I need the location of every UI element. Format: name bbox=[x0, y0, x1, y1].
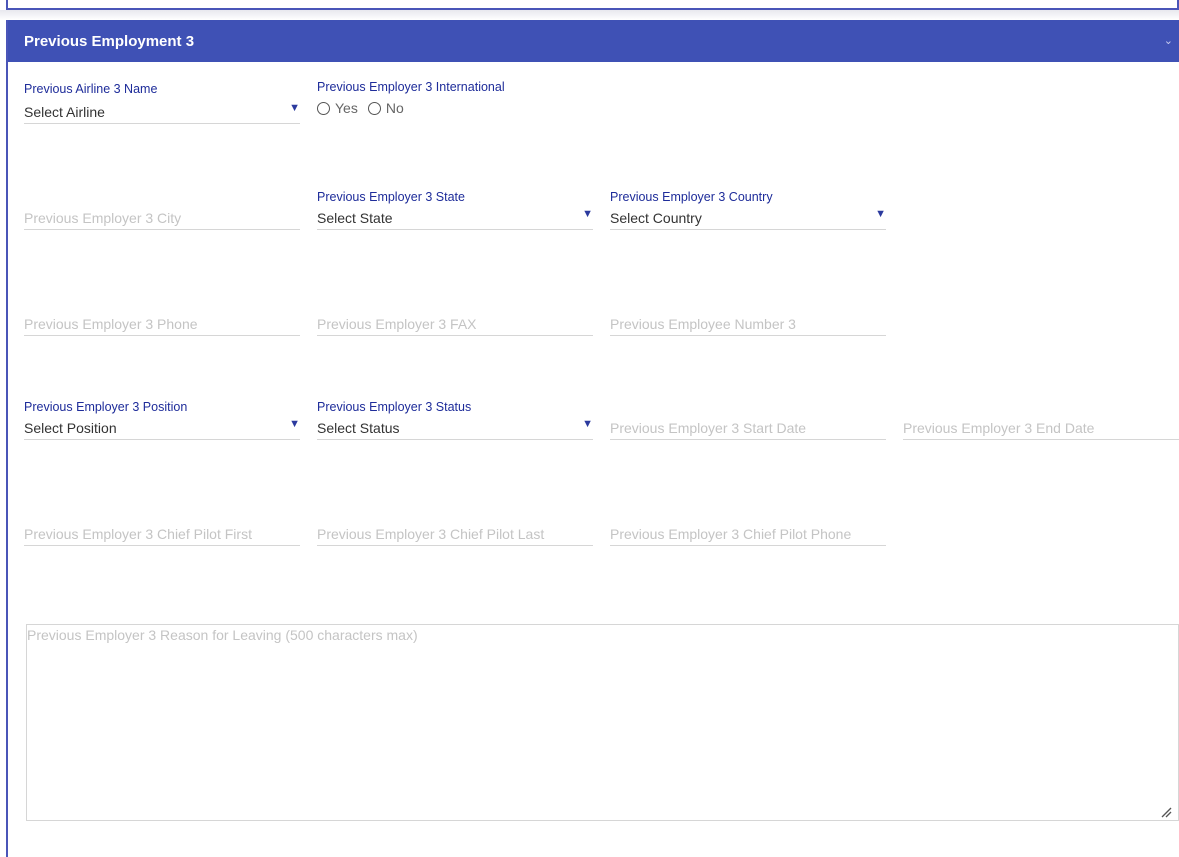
panel-title: Previous Employment 3 bbox=[24, 33, 195, 50]
state-label: Previous Employer 3 State bbox=[317, 190, 465, 204]
status-select-value: Select Status bbox=[317, 420, 400, 436]
international-yes-label: Yes bbox=[335, 100, 358, 116]
city-input[interactable] bbox=[24, 206, 300, 230]
international-no-label: No bbox=[385, 100, 404, 116]
state-field: Previous Employer 3 State Select State ▼ bbox=[317, 190, 593, 236]
airline-select[interactable]: Select Airline ▼ bbox=[24, 102, 300, 124]
country-field: Previous Employer 3 Country Select Count… bbox=[610, 190, 886, 236]
position-label: Previous Employer 3 Position bbox=[24, 400, 188, 414]
international-no-radio[interactable]: No bbox=[367, 100, 404, 116]
international-label: Previous Employer 3 International bbox=[317, 80, 505, 94]
status-field: Previous Employer 3 Status Select Status… bbox=[317, 400, 593, 446]
previous-employment-3-panel: Previous Employment 3 ⌄ Previous Airline… bbox=[6, 20, 1179, 857]
airline-field: Previous Airline 3 Name Select Airline ▼ bbox=[24, 82, 300, 128]
dropdown-arrow-icon: ▼ bbox=[875, 208, 886, 220]
state-select[interactable]: Select State ▼ bbox=[317, 208, 593, 230]
fax-input[interactable] bbox=[317, 312, 593, 336]
dropdown-arrow-icon: ▼ bbox=[582, 418, 593, 430]
reason-for-leaving-textarea[interactable] bbox=[26, 624, 1179, 821]
radio-unchecked-icon[interactable] bbox=[367, 101, 381, 115]
dropdown-arrow-icon: ▼ bbox=[289, 418, 300, 430]
resize-handle-icon[interactable] bbox=[1160, 806, 1172, 818]
position-select-value: Select Position bbox=[24, 420, 117, 436]
chief-pilot-last-input[interactable] bbox=[317, 522, 593, 546]
dropdown-arrow-icon: ▼ bbox=[582, 208, 593, 220]
position-field: Previous Employer 3 Position Select Posi… bbox=[24, 400, 300, 446]
start-date-input[interactable] bbox=[610, 416, 886, 440]
chevron-down-icon[interactable]: ⌄ bbox=[1164, 34, 1173, 47]
dropdown-arrow-icon: ▼ bbox=[289, 102, 300, 114]
phone-input[interactable] bbox=[24, 312, 300, 336]
country-label: Previous Employer 3 Country bbox=[610, 190, 773, 204]
end-date-input[interactable] bbox=[903, 416, 1179, 440]
international-radio-group: Yes No bbox=[317, 100, 414, 116]
international-field: Previous Employer 3 International Yes No bbox=[317, 80, 577, 126]
airline-select-value: Select Airline bbox=[24, 104, 105, 120]
state-select-value: Select State bbox=[317, 210, 393, 226]
panel-separator bbox=[0, 10, 1179, 20]
chief-pilot-phone-input[interactable] bbox=[610, 522, 886, 546]
previous-panel-bottom-edge bbox=[6, 0, 1179, 10]
status-label: Previous Employer 3 Status bbox=[317, 400, 472, 414]
airline-label: Previous Airline 3 Name bbox=[24, 82, 158, 96]
chief-pilot-first-input[interactable] bbox=[24, 522, 300, 546]
country-select-value: Select Country bbox=[610, 210, 702, 226]
international-yes-radio[interactable]: Yes bbox=[317, 100, 358, 116]
panel-header[interactable]: Previous Employment 3 ⌄ bbox=[8, 20, 1179, 62]
position-select[interactable]: Select Position ▼ bbox=[24, 418, 300, 440]
status-select[interactable]: Select Status ▼ bbox=[317, 418, 593, 440]
radio-unchecked-icon[interactable] bbox=[317, 101, 330, 115]
employee-number-input[interactable] bbox=[610, 312, 886, 336]
country-select[interactable]: Select Country ▼ bbox=[610, 208, 886, 230]
